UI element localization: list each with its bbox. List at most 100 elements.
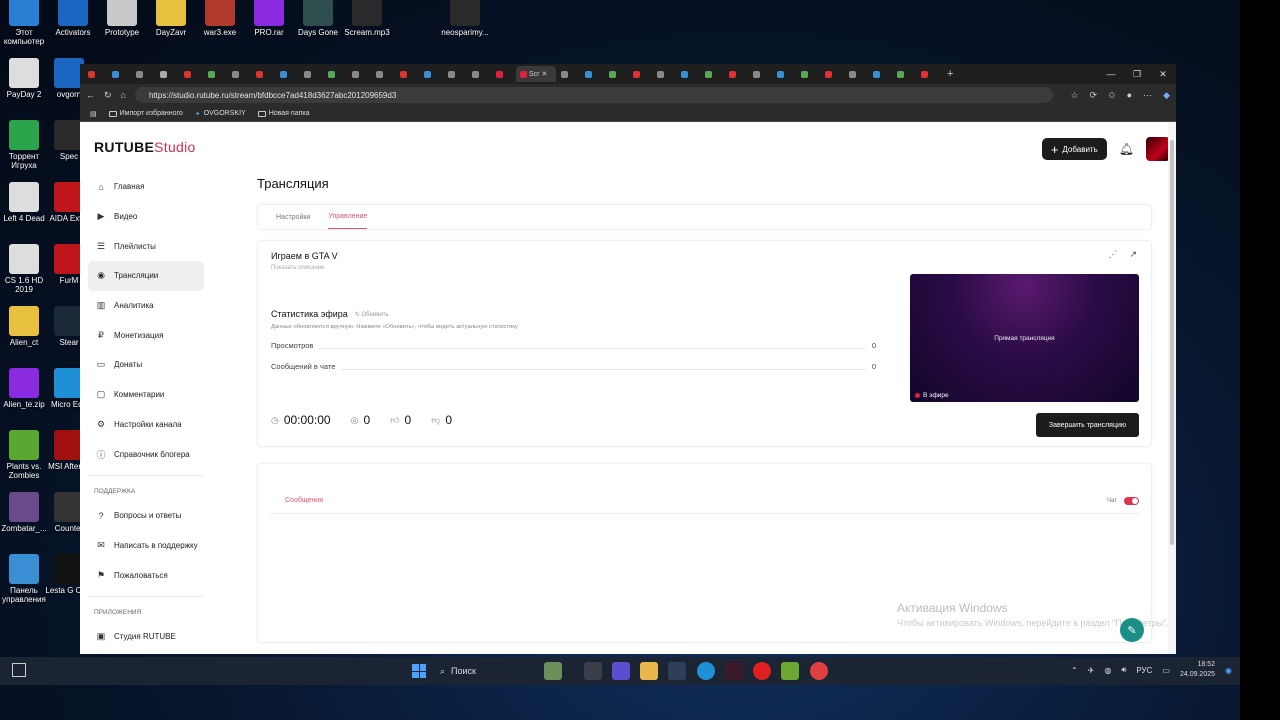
display-icon[interactable]: ▭ <box>1162 666 1170 675</box>
browser-tab[interactable] <box>396 66 419 82</box>
sidebar-item[interactable]: ✉ Написать в поддержку <box>88 531 204 561</box>
browser-tab[interactable] <box>917 66 940 82</box>
desktop-icon[interactable]: Activators <box>49 0 97 37</box>
new-tab-icon[interactable]: + <box>947 68 953 80</box>
browser-tab[interactable] <box>276 66 299 82</box>
add-button[interactable]: + Добавить <box>1041 138 1107 160</box>
browser-tab[interactable] <box>677 66 700 82</box>
browser-tab[interactable] <box>444 66 467 82</box>
support-chat-button[interactable]: ✎ <box>1120 618 1144 642</box>
terminal-icon[interactable] <box>584 662 602 680</box>
explorer-icon[interactable] <box>640 662 658 680</box>
volume-icon[interactable]: 🔊︎ <box>1121 665 1126 675</box>
url-field[interactable]: https://studio.rutube.ru/stream/bfdbcce7… <box>134 87 1054 103</box>
tab-management[interactable]: Управление <box>328 213 368 229</box>
sidebar-item[interactable]: ⚙ Настройки канала <box>88 410 204 440</box>
restore-icon[interactable]: ❐ <box>1124 64 1150 84</box>
bell-icon[interactable]: 🔔︎ <box>1119 142 1134 156</box>
desktop-icon[interactable]: Панель управления <box>0 554 48 604</box>
sidebar-item[interactable]: ▣ Студия RUTUBE <box>88 622 204 652</box>
browser-tab[interactable] <box>845 66 868 82</box>
browser-tab[interactable] <box>348 66 371 82</box>
browser-tab[interactable] <box>180 66 203 82</box>
browser-tab[interactable] <box>228 66 251 82</box>
store-icon[interactable] <box>668 662 686 680</box>
browser-tab[interactable] <box>132 66 155 82</box>
sidebar-item[interactable]: ◉ Трансляции <box>88 261 204 291</box>
browser-tab[interactable]: Scr ✕ <box>516 66 556 82</box>
browser-tab[interactable] <box>300 66 323 82</box>
sidebar-toggle-icon[interactable]: ▤ <box>90 110 97 118</box>
external-link-icon[interactable]: ↗ <box>1129 249 1137 260</box>
widgets-icon[interactable] <box>544 662 562 680</box>
sidebar-item[interactable]: ▶ Видео <box>88 202 204 232</box>
browser-tab[interactable] <box>156 66 179 82</box>
sidebar-item[interactable]: ▢ Комментарии <box>88 380 204 410</box>
browser-tab[interactable] <box>749 66 772 82</box>
rutube-studio-logo[interactable]: RUTUBEStudio <box>94 139 196 155</box>
profile-icon[interactable]: ● <box>1127 90 1132 101</box>
browser-tab[interactable] <box>797 66 820 82</box>
browser-tab[interactable] <box>324 66 347 82</box>
taskbar-search[interactable]: ⌕ Поиск <box>440 662 540 680</box>
copilot-icon[interactable]: ◆ <box>1163 90 1170 101</box>
tab-settings[interactable]: Настройки <box>276 214 310 229</box>
language-indicator[interactable]: РУС <box>1136 666 1152 675</box>
show-description-link[interactable]: Показать описание <box>271 265 324 271</box>
browser-tab[interactable] <box>108 66 131 82</box>
chrome-icon[interactable] <box>810 662 828 680</box>
refresh-ext-icon[interactable]: ⟳ <box>1090 90 1098 101</box>
desktop-icon[interactable]: Торрент Игруха <box>0 120 48 170</box>
browser-tab[interactable] <box>725 66 748 82</box>
bookmark-import[interactable]: Импорт избранного <box>108 110 183 117</box>
page-scrollbar[interactable] <box>1168 122 1176 654</box>
desktop-icon[interactable]: CS 1.6 HD 2019 <box>0 244 48 294</box>
chat-toggle[interactable]: Чат <box>1107 497 1139 505</box>
favorites-icon[interactable]: ✩ <box>1108 90 1116 101</box>
refresh-button[interactable]: ↻ Обновить <box>355 311 389 318</box>
browser-tab[interactable] <box>372 66 395 82</box>
end-stream-button[interactable]: Завершить трансляцию <box>1036 413 1139 437</box>
desktop-icon[interactable]: Alien_te.zip <box>0 368 48 409</box>
sidebar-item[interactable]: ▥ Аналитика <box>88 291 204 321</box>
avatar[interactable] <box>1146 137 1170 161</box>
browser-tab[interactable] <box>773 66 796 82</box>
browser-tab[interactable] <box>204 66 227 82</box>
desktop-icon[interactable]: Scream.mp3 <box>343 0 391 37</box>
more-icon[interactable]: ⋯ <box>1143 90 1152 101</box>
tray-chevron-icon[interactable]: ⌃ <box>1071 666 1078 675</box>
scrollbar-thumb[interactable] <box>1170 140 1174 545</box>
star-icon[interactable]: ☆ <box>1070 90 1078 101</box>
desktop-icon[interactable]: Alien_ct <box>0 306 48 347</box>
desktop-icon[interactable]: neosparimy... <box>441 0 489 37</box>
discord-icon[interactable] <box>612 662 630 680</box>
desktop-icon[interactable]: war3.exe <box>196 0 244 37</box>
desktop-icon[interactable]: DayZavr <box>147 0 195 37</box>
desktop-icon[interactable]: Prototype <box>98 0 146 37</box>
share-icon[interactable]: ⋰ <box>1108 249 1117 260</box>
browser-tab[interactable] <box>252 66 275 82</box>
desktop-icon[interactable]: Plants vs. Zombies <box>0 430 48 480</box>
sidebar-item[interactable]: ⚑ Пожаловаться <box>88 560 204 590</box>
tab-close-icon[interactable]: ✕ <box>542 70 548 78</box>
browser-tab[interactable] <box>869 66 892 82</box>
browser-tab[interactable] <box>821 66 844 82</box>
toggle-switch[interactable] <box>1124 497 1139 505</box>
notification-icon[interactable]: ◉ <box>1225 666 1232 675</box>
sidebar-item[interactable]: ⓘ Справочник блогера <box>88 439 204 469</box>
browser-tab[interactable] <box>492 66 515 82</box>
desktop-icon[interactable]: Zombatar_... <box>0 492 48 533</box>
browser-tab[interactable] <box>653 66 676 82</box>
browser-tab[interactable] <box>420 66 443 82</box>
desktop-icon[interactable]: PRO.rar <box>245 0 293 37</box>
vpn-icon[interactable] <box>781 662 799 680</box>
browser-tab[interactable] <box>581 66 604 82</box>
desktop-icon[interactable]: PayDay 2 <box>0 58 48 99</box>
back-icon[interactable]: ← <box>86 90 95 100</box>
minimize-icon[interactable]: — <box>1098 64 1124 84</box>
desktop-icon[interactable]: Days Gone <box>294 0 342 37</box>
sidebar-item[interactable]: ⌂ Главная <box>88 172 204 202</box>
tray-app-icon[interactable]: ✈ <box>1088 666 1095 675</box>
bookmark-ovgorskiy[interactable]: ✦ OVGORSKIY <box>195 110 246 118</box>
tab-messages[interactable]: Сообщения <box>285 497 323 504</box>
